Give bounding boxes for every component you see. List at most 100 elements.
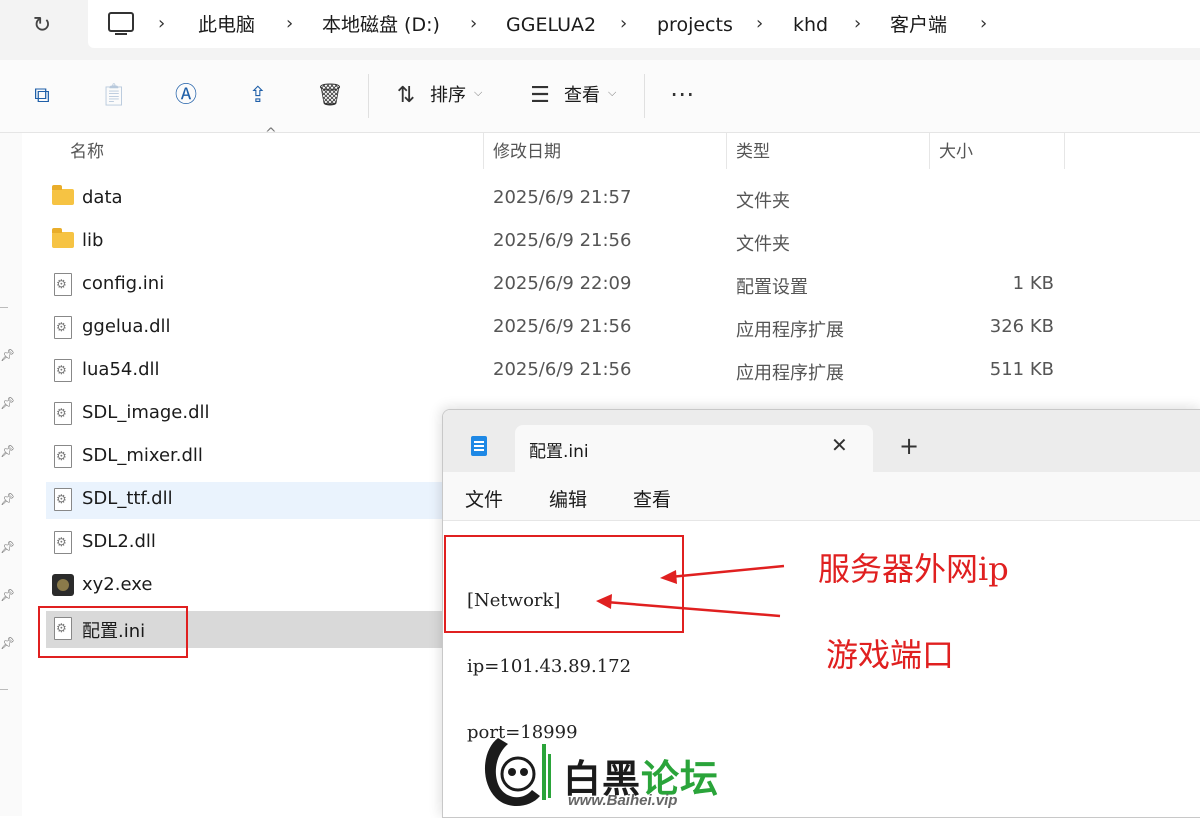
nav-divider: [0, 689, 8, 690]
file-name: SDL_mixer.dll: [82, 445, 203, 466]
column-header-date[interactable]: 修改日期: [493, 140, 561, 164]
chevron-right-icon[interactable]: ›: [286, 0, 293, 48]
pin-icon[interactable]: 📌︎: [0, 492, 15, 506]
file-name: data: [82, 187, 123, 208]
chevron-right-icon[interactable]: ›: [620, 0, 627, 48]
file-row[interactable]: data 2025/6/9 21:57 文件夹: [46, 181, 1200, 218]
menu-file[interactable]: 文件: [465, 485, 503, 512]
file-row[interactable]: ggelua.dll 2025/6/9 21:56 应用程序扩展 326 KB: [46, 310, 1200, 347]
copy-icon[interactable]: ⧉: [28, 82, 56, 110]
chevron-right-icon[interactable]: ›: [854, 0, 861, 48]
view-button[interactable]: 查看: [564, 84, 600, 108]
notepad-menubar: 文件 编辑 查看: [443, 472, 1200, 521]
watermark-url: www.Baihei.vip: [568, 792, 678, 809]
file-name: SDL_ttf.dll: [82, 488, 173, 509]
text-line: ip=101.43.89.172: [467, 656, 632, 677]
file-type: 应用程序扩展: [736, 363, 844, 384]
dll-file-icon: [54, 488, 72, 511]
nav-divider: [0, 307, 8, 308]
column-divider[interactable]: [929, 133, 930, 169]
file-type: 配置设置: [736, 277, 808, 298]
refresh-icon[interactable]: ↻: [28, 12, 56, 40]
file-size: 511 KB: [989, 359, 1054, 380]
menu-edit[interactable]: 编辑: [549, 485, 587, 512]
file-name: SDL2.dll: [82, 531, 156, 552]
chevron-down-icon[interactable]: ⌵: [474, 86, 482, 100]
dll-file-icon: [54, 445, 72, 468]
notepad-tab[interactable]: 配置.ini ✕: [515, 425, 873, 472]
navigation-pane[interactable]: 📌︎ 📌︎ 📌︎ 📌︎ 📌︎ 📌︎ 📌︎: [0, 133, 22, 816]
breadcrumb-drive-d[interactable]: 本地磁盘 (D:): [322, 0, 440, 48]
breadcrumb-projects[interactable]: projects: [657, 0, 733, 48]
chevron-right-icon[interactable]: ›: [470, 0, 477, 48]
command-toolbar: ⧉ 📋︎ Ⓐ ⇪ 🗑︎ ⇅ 排序 ⌵ ☰ 查看 ⌵ ⋯: [0, 60, 1200, 133]
file-name: config.ini: [82, 273, 165, 294]
breadcrumb-ggelua2[interactable]: GGELUA2: [506, 0, 596, 48]
breadcrumb-khd[interactable]: khd: [793, 0, 828, 48]
file-row[interactable]: lib 2025/6/9 21:56 文件夹: [46, 224, 1200, 261]
pin-icon[interactable]: 📌︎: [0, 588, 15, 602]
chevron-right-icon[interactable]: ›: [158, 0, 165, 48]
column-header-size[interactable]: 大小: [939, 140, 973, 164]
delete-icon[interactable]: 🗑︎: [316, 82, 344, 110]
breadcrumb[interactable]: › 此电脑 › 本地磁盘 (D:) › GGELUA2 › projects ›…: [88, 0, 1200, 48]
column-divider[interactable]: [483, 133, 484, 169]
sort-icon[interactable]: ⇅: [392, 82, 420, 110]
file-type: 文件夹: [736, 191, 790, 212]
highlight-box: [444, 535, 684, 633]
sort-button[interactable]: 排序: [430, 84, 466, 108]
dll-file-icon: [54, 359, 72, 382]
baihei-panda-logo: [484, 738, 551, 807]
chevron-right-icon[interactable]: ›: [756, 0, 763, 48]
file-name: SDL_image.dll: [82, 402, 210, 423]
file-row[interactable]: config.ini 2025/6/9 22:09 配置设置 1 KB: [46, 267, 1200, 304]
dll-file-icon: [54, 402, 72, 425]
file-size: 326 KB: [989, 316, 1054, 337]
rename-icon[interactable]: Ⓐ: [172, 82, 200, 110]
chevron-right-icon[interactable]: ›: [980, 0, 987, 48]
file-size: 1 KB: [1012, 273, 1054, 294]
folder-icon: [52, 228, 74, 248]
close-tab-icon[interactable]: ✕: [831, 433, 848, 457]
share-icon[interactable]: ⇪: [244, 82, 272, 110]
paste-icon[interactable]: 📋︎: [100, 82, 128, 110]
file-date: 2025/6/9 21:56: [493, 359, 632, 380]
file-type: 应用程序扩展: [736, 320, 844, 341]
file-date: 2025/6/9 22:09: [493, 273, 632, 294]
notepad-titlebar[interactable]: 配置.ini ✕ +: [443, 410, 1200, 472]
pin-icon[interactable]: 📌︎: [0, 636, 15, 650]
pin-icon[interactable]: 📌︎: [0, 444, 15, 458]
annotation-game-port: 游戏端口: [826, 636, 955, 674]
menu-view[interactable]: 查看: [633, 485, 671, 512]
this-pc-icon[interactable]: [108, 12, 134, 35]
file-date: 2025/6/9 21:56: [493, 316, 632, 337]
breadcrumb-this-pc[interactable]: 此电脑: [198, 0, 255, 48]
file-type: 文件夹: [736, 234, 790, 255]
file-date: 2025/6/9 21:56: [493, 230, 632, 251]
file-name: ggelua.dll: [82, 316, 171, 337]
pin-icon[interactable]: 📌︎: [0, 540, 15, 554]
column-divider[interactable]: [1064, 133, 1065, 169]
exe-file-icon: [52, 574, 74, 596]
pin-icon[interactable]: 📌︎: [0, 348, 15, 362]
file-name: lib: [82, 230, 104, 251]
chevron-down-icon[interactable]: ⌵: [608, 86, 616, 100]
column-header-type[interactable]: 类型: [736, 140, 770, 164]
notepad-tab-title: 配置.ini: [529, 442, 589, 462]
toolbar-divider: [368, 74, 369, 118]
ini-file-icon: [54, 273, 72, 296]
file-date: 2025/6/9 21:57: [493, 187, 632, 208]
file-name: lua54.dll: [82, 359, 160, 380]
file-row[interactable]: lua54.dll 2025/6/9 21:56 应用程序扩展 511 KB: [46, 353, 1200, 390]
pin-icon[interactable]: 📌︎: [0, 396, 15, 410]
annotation-server-ip: 服务器外网ip: [818, 550, 1009, 588]
view-icon[interactable]: ☰: [526, 82, 554, 110]
folder-icon: [52, 185, 74, 205]
breadcrumb-client[interactable]: 客户端: [890, 0, 947, 48]
notepad-app-icon: [471, 436, 487, 456]
more-options-icon[interactable]: ⋯: [668, 80, 696, 108]
new-tab-icon[interactable]: +: [899, 434, 919, 458]
column-header-name[interactable]: 名称: [70, 140, 104, 164]
column-divider[interactable]: [726, 133, 727, 169]
address-bar: ↻ › 此电脑 › 本地磁盘 (D:) › GGELUA2 › projects…: [0, 0, 1200, 60]
